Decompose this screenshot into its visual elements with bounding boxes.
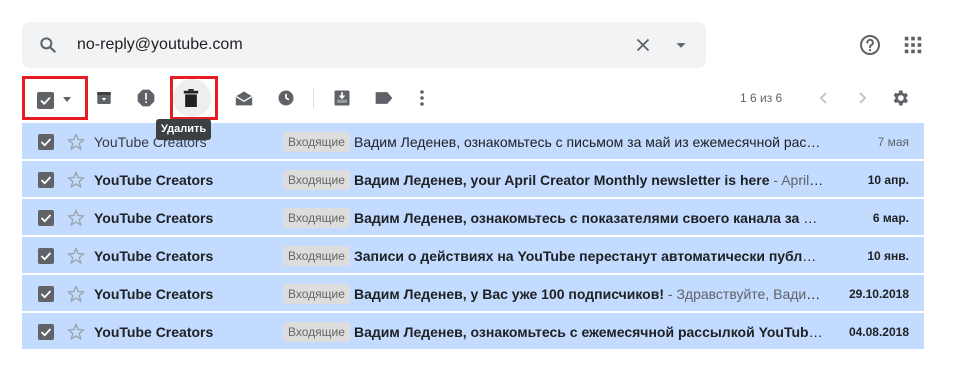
star-icon[interactable] [66,208,86,228]
inbox-label[interactable]: Входящие [283,170,350,190]
email-row[interactable]: YouTube Creators Входящие Вадим Леденев, о… [22,312,924,350]
inbox-label[interactable]: Входящие [283,246,350,266]
email-date: 10 янв. [867,249,909,263]
chevron-right-icon[interactable] [850,74,874,122]
email-sender: YouTube Creators [94,172,214,188]
email-snippet: - April 2019... [773,172,824,188]
apps-grid-icon[interactable] [902,34,924,56]
email-sender: YouTube Creators [94,210,214,226]
checkbox-checked-icon[interactable] [38,210,54,226]
delete-button[interactable] [170,76,218,120]
checkbox-checked-icon [37,92,54,109]
report-spam-icon[interactable] [134,74,158,122]
email-subject-line: Записи о действиях на YouTube перестанут… [354,248,824,264]
toolbar-divider [313,88,314,108]
email-subject: Вадим Леденев, ознакомьтесь с ежемесячно… [354,324,817,340]
email-row[interactable]: YouTube Creators Входящие Вадим Леденев, y… [22,160,924,198]
email-date: 29.10.2018 [848,287,909,301]
email-sender: YouTube Creators [94,286,214,302]
email-subject-line: Вадим Леденев, your April Creator Monthl… [354,172,824,188]
email-date: 10 апр. [867,173,909,187]
checkbox-checked-icon[interactable] [38,172,54,188]
toolbar: 1 6 из 6 [22,74,942,122]
email-subject: Вадим Леденев, ознакомьтесь с показателя… [354,210,824,226]
email-row[interactable]: YouTube Creators Входящие Вадим Леденев, о… [22,198,924,236]
checkbox-checked-icon[interactable] [38,248,54,264]
star-icon[interactable] [66,170,86,190]
star-icon[interactable] [66,132,86,152]
help-icon[interactable] [858,33,882,57]
email-date: 7 мая [877,135,909,149]
inbox-label[interactable]: Входящие [283,208,350,228]
caret-down-icon[interactable] [670,34,692,56]
snooze-icon[interactable] [274,74,298,122]
trash-icon [182,88,200,108]
star-icon[interactable] [66,322,86,342]
caret-down-icon [63,97,71,102]
gear-icon[interactable] [888,74,912,122]
email-subject: Вадим Леденев, ознакомьтесь с письмом за… [354,134,824,150]
email-subject: Вадим Леденев, у Вас уже 100 подписчиков… [354,286,664,302]
select-all-button[interactable] [22,76,88,120]
checkbox-checked-icon[interactable] [38,324,54,340]
checkbox-checked-icon[interactable] [38,134,54,150]
chevron-left-icon[interactable] [812,74,836,122]
email-subject: Вадим Леденев, your April Creator Monthl… [354,172,770,188]
email-subject-line: Вадим Леденев, ознакомьтесь с письмом за… [354,134,824,150]
inbox-label[interactable]: Входящие [283,322,350,342]
star-icon[interactable] [66,246,86,266]
inbox-label[interactable]: Входящие [283,132,350,152]
checkbox-checked-icon[interactable] [38,286,54,302]
inbox-label[interactable]: Входящие [283,284,350,304]
label-icon[interactable] [372,74,396,122]
mark-read-icon[interactable] [232,74,256,122]
star-icon[interactable] [66,284,86,304]
email-date: 6 мар. [872,211,909,225]
email-sender: YouTube Creators [94,248,214,264]
archive-icon[interactable] [92,74,116,122]
email-sender: YouTube Creators [94,324,214,340]
email-subject: Записи о действиях на YouTube перестанут… [354,248,824,264]
more-vert-icon[interactable] [412,74,432,122]
close-icon[interactable] [632,34,654,56]
email-row[interactable]: YouTube Creators Входящие Записи о действи… [22,236,924,274]
email-subject-line: Вадим Леденев, ознакомьтесь с ежемесячно… [354,324,824,340]
email-list: YouTube Creators Входящие Вадим Леденев, о… [22,122,924,350]
search-bar [22,22,706,68]
email-date: 04.08.2018 [848,325,909,339]
email-row[interactable]: YouTube Creators Входящие Вадим Леденев, у… [22,274,924,312]
search-icon[interactable] [38,35,58,55]
move-to-icon[interactable] [330,74,354,122]
search-input[interactable] [77,33,597,57]
email-subject-line: Вадим Леденев, ознакомьтесь с показателя… [354,210,824,226]
pagination-text: 1 6 из 6 [740,91,783,105]
email-subject-line: Вадим Леденев, у Вас уже 100 подписчиков… [354,286,824,302]
delete-tooltip: Удалить [156,119,212,140]
email-snippet: - Здравствуйте, Вадим Л... [664,286,824,302]
